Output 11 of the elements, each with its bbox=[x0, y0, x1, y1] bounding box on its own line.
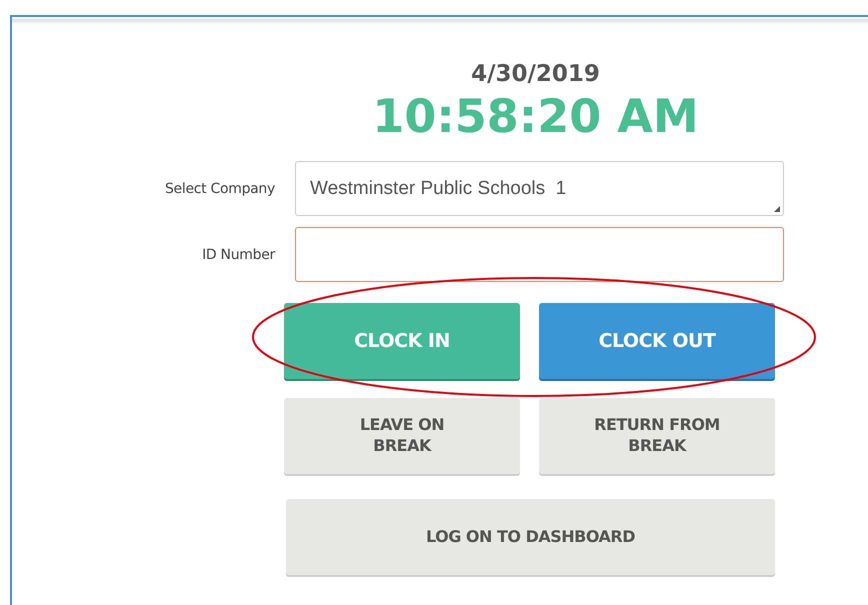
dashboard-button[interactable]: LOG ON TO DASHBOARD bbox=[286, 499, 775, 575]
field-label: Select Company bbox=[164, 180, 275, 196]
field-label: ID Number bbox=[201, 246, 275, 262]
id-number-field[interactable] bbox=[295, 227, 784, 282]
resize-grip-icon bbox=[774, 206, 780, 212]
company-select[interactable]: Westminster Public Schools 1 bbox=[295, 161, 784, 216]
time-text: 10:58:20 AM bbox=[371, 89, 700, 143]
action-button[interactable]: RETURN FROM BREAK bbox=[539, 398, 775, 474]
date-text: 4/30/2019 bbox=[470, 61, 601, 87]
action-button[interactable]: LEAVE ON BREAK bbox=[284, 398, 520, 474]
action-button[interactable]: CLOCK OUT bbox=[539, 303, 775, 379]
